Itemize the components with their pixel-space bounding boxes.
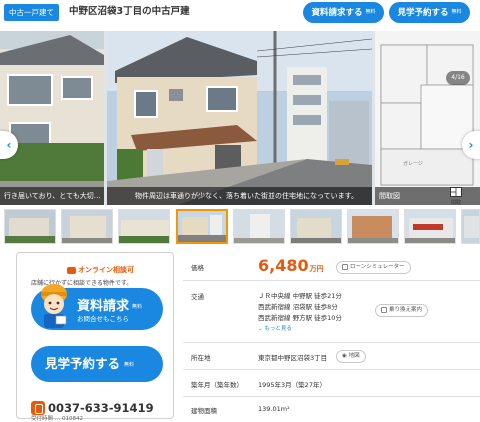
phone-contact[interactable]: 0037-633-91419 xyxy=(31,397,154,415)
built-value: 1995年3月（築27年） xyxy=(258,381,326,389)
property-type-badge: 中古一戸建て xyxy=(4,4,59,21)
thumbnail[interactable] xyxy=(290,209,342,244)
floor-plan-icon xyxy=(450,187,462,197)
train-icon xyxy=(381,306,387,313)
thumbnail[interactable] xyxy=(347,209,399,244)
carousel-photo-current[interactable]: 物件周辺は車通りが少なく、落ち着いた街並の住宅地になっています。 xyxy=(107,31,372,205)
book-visit-large-label: 見学予約する xyxy=(45,356,121,371)
area-value: 139.01m² xyxy=(258,405,290,413)
floor-plan-shortcut[interactable]: 間取 xyxy=(449,187,463,205)
request-info-button[interactable]: 資料請求 無料 お問合せもこちら xyxy=(31,284,163,330)
request-info-label: 資料請求 無料 xyxy=(77,295,142,314)
route-search-button[interactable]: 乗り換え案内 xyxy=(375,304,429,317)
carousel-photo-prev[interactable]: 行き届いており、とても大切… xyxy=(0,31,104,205)
chevron-right-icon: › xyxy=(468,138,474,152)
detail-row-area: 建物面積 139.01m² xyxy=(183,397,480,419)
transport-line: 西武新宿線 沼袋駅 徒歩8分 xyxy=(258,303,338,311)
request-info-sub: お問合せもこちら xyxy=(77,315,129,323)
price-value: 6,480 xyxy=(258,256,309,275)
book-visit-label: 見学予約する xyxy=(397,8,449,18)
contact-panel: オンライン相談可 店舗に行かずに相談できる物件です。 資料請求 無料 お問合せもこ… xyxy=(16,252,174,422)
thumbnail-image xyxy=(178,211,226,242)
thumbnail-image xyxy=(348,210,398,243)
phone-icon xyxy=(31,400,45,415)
request-info-text: 資料請求 xyxy=(77,299,130,314)
thumbnail[interactable] xyxy=(118,209,170,244)
svg-text:ガレージ: ガレージ xyxy=(403,160,423,167)
thumbnail-image xyxy=(234,210,284,243)
thumbnail[interactable] xyxy=(4,209,56,244)
photo-caption: 行き届いており、とても大切… xyxy=(0,187,104,205)
free-tag: 無料 xyxy=(124,361,135,368)
request-documents-label: 資料請求する xyxy=(311,8,363,18)
more-transport-link[interactable]: ⌄ もっと見る xyxy=(258,324,292,332)
thumbnail-image xyxy=(119,210,169,243)
loan-simulator-label: ローンシミュレーター xyxy=(350,264,405,270)
page-title: 中野区沼袋3丁目の中古戸建 xyxy=(69,6,190,17)
price-label: 価格 xyxy=(191,264,204,272)
address-value: 東京都中野区沼袋3丁目 xyxy=(258,354,328,362)
chevron-left-icon: ‹ xyxy=(6,138,12,152)
free-tag: 無料 xyxy=(451,9,462,15)
floor-plan-shortcut-label: 間取 xyxy=(450,200,461,205)
transport-line: ＪＲ中央線 中野駅 徒歩21分 xyxy=(258,292,342,300)
photo-caption: 物件周辺は車通りが少なく、落ち着いた街並の住宅地になっています。 xyxy=(107,187,372,205)
thumbnail-image xyxy=(5,210,55,243)
route-search-label: 乗り換え案内 xyxy=(389,307,423,313)
transport-label: 交通 xyxy=(191,293,204,301)
calculator-icon xyxy=(342,263,348,270)
online-consult-label: オンライン相談可 xyxy=(78,266,134,274)
loan-simulator-button[interactable]: ローンシミュレーター xyxy=(336,261,411,274)
thumbnail-image xyxy=(405,210,455,243)
map-label: 地図 xyxy=(348,353,360,359)
request-documents-button[interactable]: 資料請求する 無料 xyxy=(303,2,384,23)
thumbnail-image xyxy=(291,210,341,243)
thumbnail-strip xyxy=(0,209,480,247)
thumbnail[interactable] xyxy=(461,209,480,244)
detail-row-transport: 交通 ＪＲ中央線 中野駅 徒歩21分 西武新宿線 沼袋駅 徒歩8分 西武新宿線 … xyxy=(183,281,480,343)
free-tag: 無料 xyxy=(365,9,376,15)
thumbnail-active[interactable] xyxy=(176,209,228,244)
detail-row-built: 築年月（築年数） 1995年3月（築27年） xyxy=(183,370,480,397)
phone-note: 受付時間 … 010842 xyxy=(31,416,83,422)
carousel-photo-next[interactable]: ガレージ 間取図 xyxy=(375,31,480,205)
free-tag: 無料 xyxy=(132,304,143,310)
house-photo-image xyxy=(0,31,104,205)
street-photo-image xyxy=(107,31,372,205)
mascot-icon xyxy=(41,284,67,328)
more-transport-label: もっと見る xyxy=(264,326,292,332)
online-consult-tag: オンライン相談可 xyxy=(67,265,134,275)
price-value-group: 6,480万円 xyxy=(258,256,324,275)
map-button[interactable]: ◉ 地図 xyxy=(336,350,366,363)
photo-counter: 4/16 xyxy=(446,71,470,85)
address-label: 所在地 xyxy=(191,354,211,362)
transport-line: 西武新宿線 野方駅 徒歩10分 xyxy=(258,314,342,322)
chat-bubble-icon xyxy=(67,266,76,274)
thumbnail[interactable] xyxy=(61,209,113,244)
built-label: 築年月（築年数） xyxy=(191,381,243,389)
thumbnail-image xyxy=(462,210,479,243)
floor-plan-image: ガレージ xyxy=(375,31,480,205)
detail-row-address: 所在地 東京都中野区沼袋3丁目 ◉ 地図 xyxy=(183,343,480,370)
thumbnail-image xyxy=(62,210,112,243)
phone-number: 0037-633-91419 xyxy=(48,400,154,415)
photo-carousel[interactable]: 行き届いており、とても大切… 物件周辺は車通りが少なく、落ち着いた街並の住宅地に… xyxy=(0,31,480,205)
photo-caption: 間取図 xyxy=(375,187,480,205)
price-unit: 万円 xyxy=(309,265,324,273)
area-label: 建物面積 xyxy=(191,407,217,415)
detail-row-price: 価格 6,480万円 ローンシミュレーター xyxy=(183,252,480,281)
book-visit-button[interactable]: 見学予約する 無料 xyxy=(389,2,470,23)
book-visit-large-button[interactable]: 見学予約する 無料 xyxy=(31,346,163,382)
thumbnail[interactable] xyxy=(404,209,456,244)
thumbnail[interactable] xyxy=(233,209,285,244)
page-header: 中古一戸建て 中野区沼袋3丁目の中古戸建 資料請求する 無料 見学予約する 無料 xyxy=(0,0,480,26)
